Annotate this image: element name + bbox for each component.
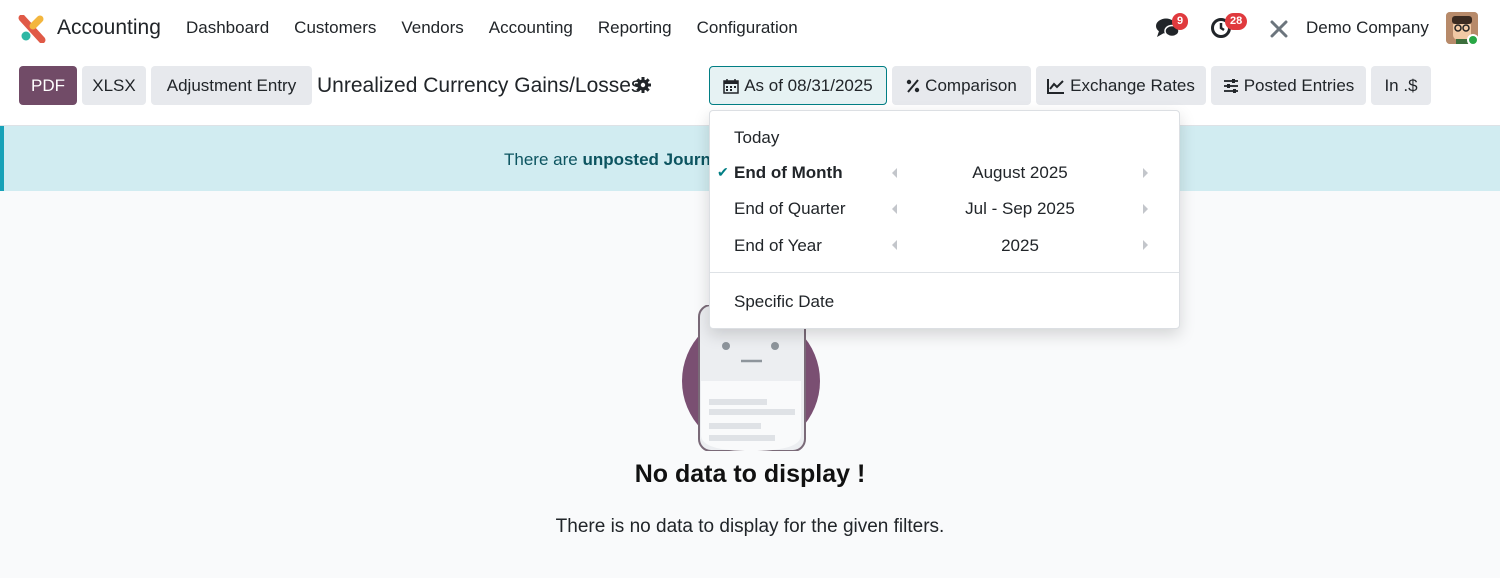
banner-text: There are unposted Journal [504,150,725,170]
empty-state-title: No data to display ! [634,460,866,488]
date-option-today[interactable]: Today [734,128,779,148]
date-filter-dropdown: Today ✔ End of Month August 2025 End of … [709,110,1180,329]
adjustment-entry-button[interactable]: Adjustment Entry [151,66,312,105]
currency-button[interactable]: In .$ [1371,66,1431,105]
date-option-end-of-month[interactable]: End of Month [734,163,843,183]
dropdown-divider [710,272,1179,273]
posted-entries-button[interactable]: Posted Entries [1211,66,1366,105]
debug-tools-icon[interactable] [1269,19,1289,39]
accounting-app-icon[interactable] [18,15,46,43]
report-title: Unrealized Currency Gains/Losses [317,74,642,97]
menu-customers[interactable]: Customers [294,18,376,38]
menu-accounting[interactable]: Accounting [489,18,573,38]
date-option-end-of-quarter[interactable]: End of Quarter [734,199,846,219]
quarter-period-value: Jul - Sep 2025 [965,199,1075,218]
main-menu: Dashboard Customers Vendors Accounting R… [186,18,823,38]
exchange-rates-label: Exchange Rates [1070,75,1195,95]
calendar-icon [723,78,739,94]
banner-text-prefix: There are [504,150,583,169]
percent-icon [906,78,920,93]
unposted-entries-link[interactable]: unposted Journal [582,150,725,169]
year-next-arrow-icon[interactable] [1143,240,1148,250]
comparison-label: Comparison [925,75,1017,95]
month-next-arrow-icon[interactable] [1143,168,1148,178]
top-navbar: Accounting Dashboard Customers Vendors A… [0,0,1500,58]
date-option-specific-date[interactable]: Specific Date [734,292,834,312]
pdf-button[interactable]: PDF [19,66,77,105]
year-period-value: 2025 [1001,236,1039,255]
menu-configuration[interactable]: Configuration [697,18,798,38]
date-filter-label: As of 08/31/2025 [744,75,873,95]
messages-badge: 9 [1172,13,1189,30]
menu-dashboard[interactable]: Dashboard [186,18,269,38]
empty-state-subtitle: There is no data to display for the give… [555,516,945,537]
quarter-next-arrow-icon[interactable] [1143,204,1148,214]
menu-reporting[interactable]: Reporting [598,18,672,38]
menu-vendors[interactable]: Vendors [401,18,463,38]
comparison-button[interactable]: Comparison [892,66,1031,105]
line-chart-icon [1047,78,1065,94]
activities-badge: 28 [1225,13,1248,30]
month-period-value: August 2025 [972,163,1068,182]
xlsx-button[interactable]: XLSX [82,66,146,105]
posted-entries-label: Posted Entries [1243,75,1355,95]
sliders-icon [1223,78,1238,93]
company-switcher[interactable]: Demo Company [1306,18,1429,38]
exchange-rates-button[interactable]: Exchange Rates [1036,66,1206,105]
gear-icon[interactable] [634,76,652,94]
date-filter-button[interactable]: As of 08/31/2025 [709,66,887,105]
online-status-indicator [1467,34,1479,46]
date-option-end-of-year[interactable]: End of Year [734,236,822,256]
check-icon: ✔ [717,164,729,180]
app-name[interactable]: Accounting [57,16,161,40]
